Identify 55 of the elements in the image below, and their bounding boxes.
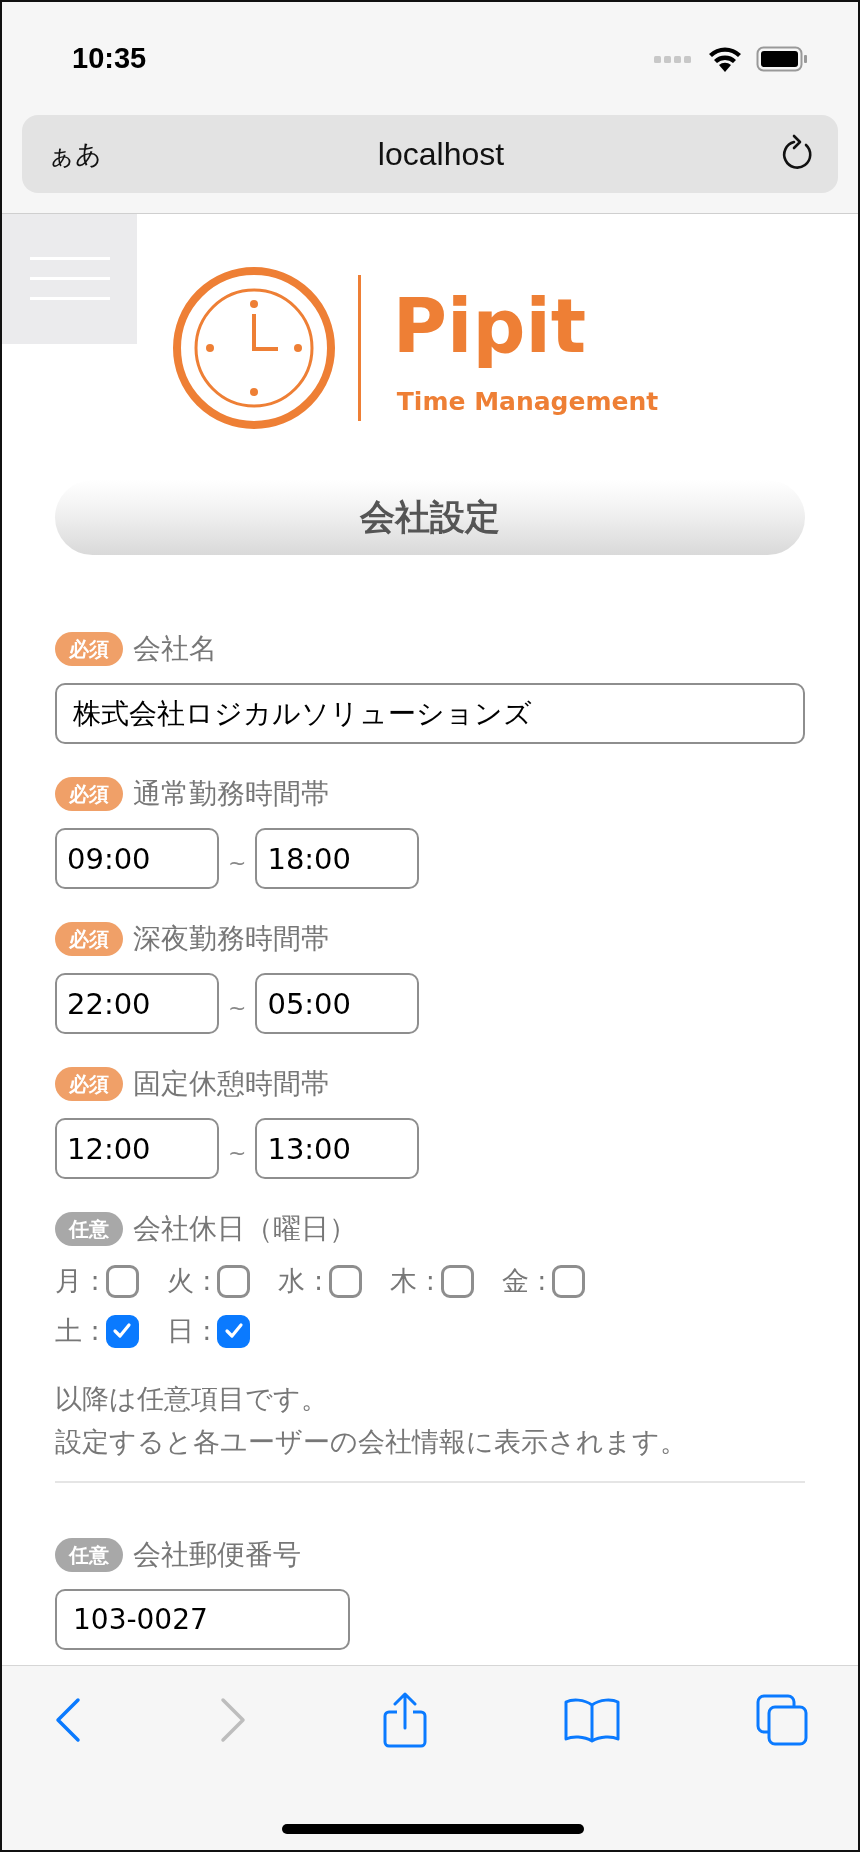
day-label: 木 :: [390, 1264, 435, 1298]
check-icon: [112, 1322, 133, 1340]
check-icon: [223, 1322, 244, 1340]
field-label: 会社休日（曜日）: [133, 1211, 357, 1247]
time-field[interactable]: 18:00: [255, 828, 420, 889]
field-label: 会社郵便番号: [133, 1537, 301, 1574]
checkbox[interactable]: [217, 1314, 251, 1348]
status-time: 10:35: [72, 42, 147, 75]
field-label: 会社名: [133, 631, 217, 667]
optional-badge: 任意: [55, 1538, 123, 1573]
time-field[interactable]: 13:00: [255, 1118, 420, 1179]
field-label: 通常勤務時間帯: [133, 776, 329, 812]
back-button[interactable]: [54, 1697, 82, 1743]
range-separator: ~: [228, 1139, 247, 1165]
time-field[interactable]: 09:00: [55, 828, 219, 889]
note-text: 設定すると各ユーザーの会社情報に表示されます。: [55, 1425, 688, 1460]
day-label: 月 :: [55, 1264, 100, 1298]
input-field[interactable]: 103-0027: [55, 1589, 350, 1651]
clock-icon: [171, 266, 336, 430]
checkbox[interactable]: [217, 1264, 251, 1298]
optional-badge: 任意: [55, 1212, 123, 1246]
field-label: 深夜勤務時間帯: [133, 921, 329, 957]
field-label: 固定休憩時間帯: [133, 1066, 329, 1102]
share-button[interactable]: [383, 1692, 427, 1748]
time-field[interactable]: 12:00: [55, 1118, 219, 1179]
checkbox[interactable]: [440, 1264, 474, 1298]
address-text: localhost: [377, 135, 505, 173]
bookmarks-button[interactable]: [563, 1697, 620, 1743]
logo-name: Pipit: [392, 282, 588, 372]
day-label: 火 :: [166, 1264, 212, 1298]
logo-tagline: Time Management: [395, 386, 659, 416]
range-separator: ~: [228, 994, 247, 1020]
day-label: 日 :: [166, 1314, 212, 1348]
signal-icon: [654, 53, 694, 64]
required-badge: 必須: [55, 1067, 123, 1101]
range-separator: ~: [228, 849, 247, 875]
checkbox[interactable]: [105, 1264, 139, 1298]
time-field[interactable]: 05:00: [255, 973, 420, 1034]
checkbox[interactable]: [552, 1264, 586, 1298]
input-field[interactable]: 株式会社ロジカルソリューションズ: [55, 683, 805, 744]
battery-icon: [756, 45, 808, 72]
required-badge: 必須: [55, 922, 123, 956]
wifi-icon: [708, 45, 742, 72]
day-label: 土 :: [55, 1314, 100, 1348]
day-label: 金 :: [501, 1264, 547, 1298]
text-size-button[interactable]: ぁあ: [48, 136, 102, 172]
tabs-button[interactable]: [756, 1694, 808, 1746]
checkbox[interactable]: [105, 1314, 139, 1348]
checkbox[interactable]: [329, 1264, 363, 1298]
required-badge: 必須: [55, 632, 123, 666]
required-badge: 必須: [55, 777, 123, 811]
day-label: 水 :: [278, 1264, 324, 1298]
time-field[interactable]: 22:00: [55, 973, 219, 1034]
address-bar[interactable]: ぁあ localhost: [22, 115, 838, 193]
note-text: 以降は任意項目です。: [55, 1382, 329, 1416]
